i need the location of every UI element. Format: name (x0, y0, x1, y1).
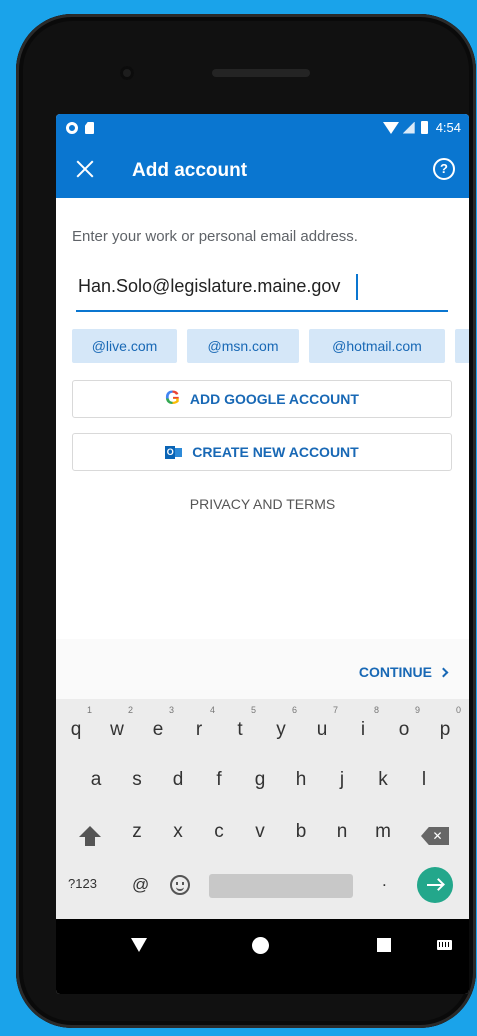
keyboard-row-2: a s d f g h j k l (56, 757, 469, 807)
keyboard-row-3: z x c v b n m (56, 809, 469, 859)
key-o[interactable]: o9 (386, 705, 422, 753)
nav-back-icon[interactable] (131, 938, 147, 952)
earpiece-speaker (212, 69, 310, 77)
phone-frame: 4:54 Add account ? Enter your work or pe… (16, 14, 476, 1028)
key-q[interactable]: q1 (58, 705, 94, 753)
key-b[interactable]: b (283, 809, 319, 855)
create-button-label: CREATE NEW ACCOUNT (192, 444, 359, 460)
google-button-label: ADD GOOGLE ACCOUNT (189, 391, 359, 407)
key-h[interactable]: h (283, 757, 319, 803)
at-key[interactable]: @ (132, 875, 149, 895)
status-bar: 4:54 (56, 114, 469, 144)
period-key[interactable]: . (382, 871, 387, 891)
keyboard-row-1: q1 w2 e3 r4 t5 y6 u7 i8 o9 p0 (56, 705, 469, 757)
chip-msn[interactable]: @msn.com (187, 329, 299, 363)
privacy-terms-link[interactable]: PRIVACY AND TERMS (56, 496, 469, 512)
emoji-icon[interactable] (170, 875, 190, 895)
front-camera (120, 66, 134, 80)
key-z[interactable]: z (119, 809, 155, 855)
chevron-right-icon (438, 667, 449, 677)
wifi-icon (382, 121, 399, 134)
symbols-key[interactable]: ?123 (68, 876, 97, 891)
email-field[interactable] (76, 270, 448, 312)
key-a[interactable]: a (78, 757, 114, 803)
key-l[interactable]: l (406, 757, 442, 803)
notification-icon (66, 122, 78, 134)
key-d[interactable]: d (160, 757, 196, 803)
key-r[interactable]: r4 (181, 705, 217, 753)
screen-bottom (56, 971, 469, 994)
key-m[interactable]: m (365, 809, 401, 855)
chip-more[interactable] (455, 329, 469, 363)
nav-recent-icon[interactable] (377, 938, 391, 952)
key-k[interactable]: k (365, 757, 401, 803)
battery-icon (420, 121, 428, 134)
page-title: Add account (132, 160, 248, 181)
soft-keyboard: q1 w2 e3 r4 t5 y6 u7 i8 o9 p0 a s d f g … (56, 699, 469, 919)
key-i[interactable]: i8 (345, 705, 381, 753)
key-s[interactable]: s (119, 757, 155, 803)
continue-label: CONTINUE (358, 664, 432, 680)
key-j[interactable]: j (324, 757, 360, 803)
domain-suggestions: @live.com @msn.com @hotmail.com (72, 329, 469, 363)
chip-hotmail[interactable]: @hotmail.com (309, 329, 445, 363)
close-icon[interactable] (72, 157, 98, 183)
continue-button[interactable]: CONTINUE (358, 664, 449, 680)
key-c[interactable]: c (201, 809, 237, 855)
key-y[interactable]: y6 (263, 705, 299, 753)
key-w[interactable]: w2 (99, 705, 135, 753)
key-n[interactable]: n (324, 809, 360, 855)
help-icon[interactable]: ? (433, 158, 455, 180)
key-x[interactable]: x (160, 809, 196, 855)
space-key[interactable] (209, 874, 353, 898)
app-bar: Add account ? (56, 144, 469, 198)
sd-card-icon (85, 122, 94, 134)
nav-home-icon[interactable] (252, 937, 269, 954)
keyboard-icon[interactable] (437, 940, 452, 950)
key-u[interactable]: u7 (304, 705, 340, 753)
status-left (66, 122, 94, 134)
text-cursor (356, 274, 358, 300)
google-icon: G (165, 388, 180, 409)
key-v[interactable]: v (242, 809, 278, 855)
status-right: 4:54 (382, 120, 461, 135)
key-e[interactable]: e3 (140, 705, 176, 753)
navigation-bar (56, 919, 469, 971)
add-google-account-button[interactable]: G ADD GOOGLE ACCOUNT (72, 380, 452, 418)
key-p[interactable]: p0 (427, 705, 463, 753)
chip-live[interactable]: @live.com (72, 329, 177, 363)
create-new-account-button[interactable]: O CREATE NEW ACCOUNT (72, 433, 452, 471)
status-time: 4:54 (435, 120, 461, 135)
key-g[interactable]: g (242, 757, 278, 803)
phone-screen: 4:54 Add account ? Enter your work or pe… (56, 114, 469, 994)
cell-signal-icon (402, 121, 415, 134)
key-f[interactable]: f (201, 757, 237, 803)
enter-icon[interactable] (417, 867, 453, 903)
outlook-icon: O (165, 445, 183, 460)
key-t[interactable]: t5 (222, 705, 258, 753)
email-prompt: Enter your work or personal email addres… (72, 228, 358, 245)
